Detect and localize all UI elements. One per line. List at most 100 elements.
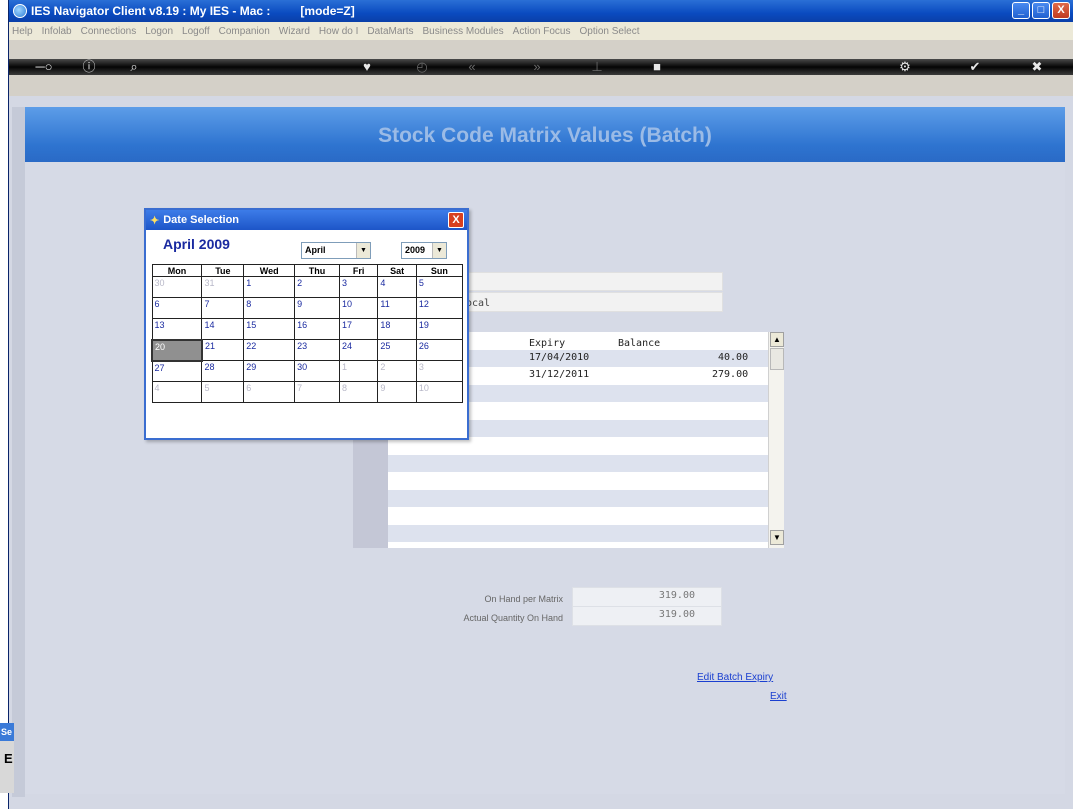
calendar-day[interactable]: 28	[201, 360, 245, 382]
table-row[interactable]	[388, 455, 768, 472]
settings-icon[interactable]: ⚙	[897, 59, 913, 75]
calendar-day[interactable]: 21	[201, 339, 245, 361]
calendar-week-row: 13 14 15 16 17 18 19	[151, 318, 464, 340]
side-panel-tab[interactable]: Se	[0, 723, 14, 741]
calendar-day[interactable]: 1	[338, 360, 379, 382]
calendar-day[interactable]: 5	[201, 381, 245, 403]
row1-balance: 40.00	[718, 352, 749, 363]
scroll-up-icon[interactable]: ▲	[770, 332, 784, 347]
edit-batch-expiry-link[interactable]: Edit Batch Expiry	[697, 672, 773, 683]
exit-link[interactable]: Exit	[770, 691, 787, 702]
menu-infolab[interactable]: Infolab	[42, 26, 72, 37]
forward-icon[interactable]: »	[529, 59, 545, 75]
menu-business-modules[interactable]: Business Modules	[423, 26, 504, 37]
calendar-day[interactable]: 22	[243, 339, 296, 361]
ok-icon[interactable]: ✔	[967, 59, 983, 75]
calendar-day[interactable]: 8	[338, 381, 379, 403]
calendar-day[interactable]: 10	[415, 381, 464, 403]
calendar-day[interactable]: 15	[243, 318, 296, 340]
calendar-day[interactable]: 3	[338, 276, 379, 298]
title-bar: IES Navigator Client v8.19 : My IES - Ma…	[9, 0, 1073, 22]
calendar-day[interactable]: 25	[377, 339, 417, 361]
code-field[interactable]	[460, 272, 723, 291]
weekday-sat: Sat	[377, 264, 417, 277]
calendar-day[interactable]: 13	[151, 318, 203, 340]
calendar-day[interactable]: 10	[338, 297, 379, 319]
menu-how-do-i[interactable]: How do I	[319, 26, 358, 37]
calendar-day[interactable]: 17	[338, 318, 379, 340]
menu-wizard[interactable]: Wizard	[279, 26, 310, 37]
menu-bar: Help Infolab Connections Logon Logoff Co…	[9, 22, 1073, 40]
calendar-day[interactable]: 7	[201, 297, 245, 319]
tree-icon[interactable]: ⊥	[589, 59, 605, 75]
key-icon[interactable]: ─○	[31, 59, 57, 75]
calendar-day[interactable]: 23	[294, 339, 340, 361]
column-header-expiry[interactable]: Expiry	[529, 338, 565, 349]
close-icon[interactable]: ✖	[1029, 59, 1045, 75]
calendar-day[interactable]: 11	[377, 297, 417, 319]
calendar-day[interactable]: 26	[415, 339, 464, 361]
calendar-day[interactable]: 24	[338, 339, 379, 361]
calendar-day[interactable]: 5	[415, 276, 464, 298]
help-icon[interactable]: ⓘ	[81, 59, 97, 75]
calendar-day[interactable]: 2	[294, 276, 340, 298]
close-window-button[interactable]: X	[1052, 2, 1070, 19]
menu-logon[interactable]: Logon	[145, 26, 173, 37]
calendar-day[interactable]: 30	[294, 360, 340, 382]
calendar-day[interactable]: 1	[243, 276, 296, 298]
column-header-balance[interactable]: Balance	[618, 338, 660, 349]
menu-action-focus[interactable]: Action Focus	[513, 26, 571, 37]
calendar-day[interactable]: 9	[294, 297, 340, 319]
calendar-day[interactable]: 27	[151, 360, 203, 382]
dialog-close-button[interactable]: X	[448, 212, 464, 228]
calendar-day[interactable]: 29	[243, 360, 296, 382]
menu-datamarts[interactable]: DataMarts	[367, 26, 413, 37]
calendar-day[interactable]: 19	[415, 318, 464, 340]
table-row[interactable]	[388, 490, 768, 507]
chevron-down-icon[interactable]: ▼	[432, 243, 446, 258]
calendar-day[interactable]: 16	[294, 318, 340, 340]
weekday-fri: Fri	[338, 264, 379, 277]
calendar-day[interactable]: 9	[377, 381, 417, 403]
calendar-day[interactable]: 4	[377, 276, 417, 298]
page-title: Stock Code Matrix Values (Batch)	[378, 124, 712, 147]
calendar-week-row: 20 21 22 23 24 25 26	[151, 338, 464, 362]
calendar-day[interactable]: 8	[243, 297, 296, 319]
left-rail	[12, 107, 25, 797]
calendar-day[interactable]: 6	[151, 297, 203, 319]
menu-help[interactable]: Help	[12, 26, 33, 37]
minimize-button[interactable]: _	[1012, 2, 1030, 19]
menu-connections[interactable]: Connections	[81, 26, 137, 37]
side-panel-text: E	[4, 751, 13, 766]
calendar-day[interactable]: 31	[201, 276, 245, 298]
calendar-day[interactable]: 7	[294, 381, 340, 403]
calendar-day[interactable]: 20	[151, 338, 203, 362]
table-row[interactable]	[388, 525, 768, 542]
calendar-day[interactable]: 6	[243, 381, 296, 403]
calendar-day[interactable]: 30	[151, 276, 203, 298]
location-field[interactable]: ocal	[460, 292, 723, 312]
window-controls: _ □ X	[1012, 2, 1070, 19]
month-select[interactable]: April ▼	[301, 242, 371, 259]
menu-logoff[interactable]: Logoff	[182, 26, 210, 37]
chevron-down-icon[interactable]: ▼	[356, 243, 370, 258]
menu-option-select[interactable]: Option Select	[579, 26, 639, 37]
maximize-button[interactable]: □	[1032, 2, 1050, 19]
calendar-day[interactable]: 2	[377, 360, 417, 382]
calendar-day[interactable]: 12	[415, 297, 464, 319]
grid-scrollbar[interactable]: ▲ ▼	[768, 332, 784, 548]
menu-companion[interactable]: Companion	[219, 26, 270, 37]
scroll-down-icon[interactable]: ▼	[770, 530, 784, 545]
calendar-day[interactable]: 4	[151, 381, 203, 403]
search-icon[interactable]: ⌕	[126, 59, 142, 75]
clock-icon[interactable]: ◴	[414, 59, 430, 75]
calendar-day[interactable]: 14	[201, 318, 245, 340]
stop-icon[interactable]: ■	[649, 59, 665, 75]
calendar-day[interactable]: 18	[377, 318, 417, 340]
app-icon	[13, 4, 27, 18]
scroll-thumb[interactable]	[770, 348, 784, 370]
back-icon[interactable]: «	[464, 59, 480, 75]
year-select[interactable]: 2009 ▼	[401, 242, 447, 259]
heart-icon[interactable]: ♥	[359, 59, 375, 75]
calendar-day[interactable]: 3	[415, 360, 464, 382]
